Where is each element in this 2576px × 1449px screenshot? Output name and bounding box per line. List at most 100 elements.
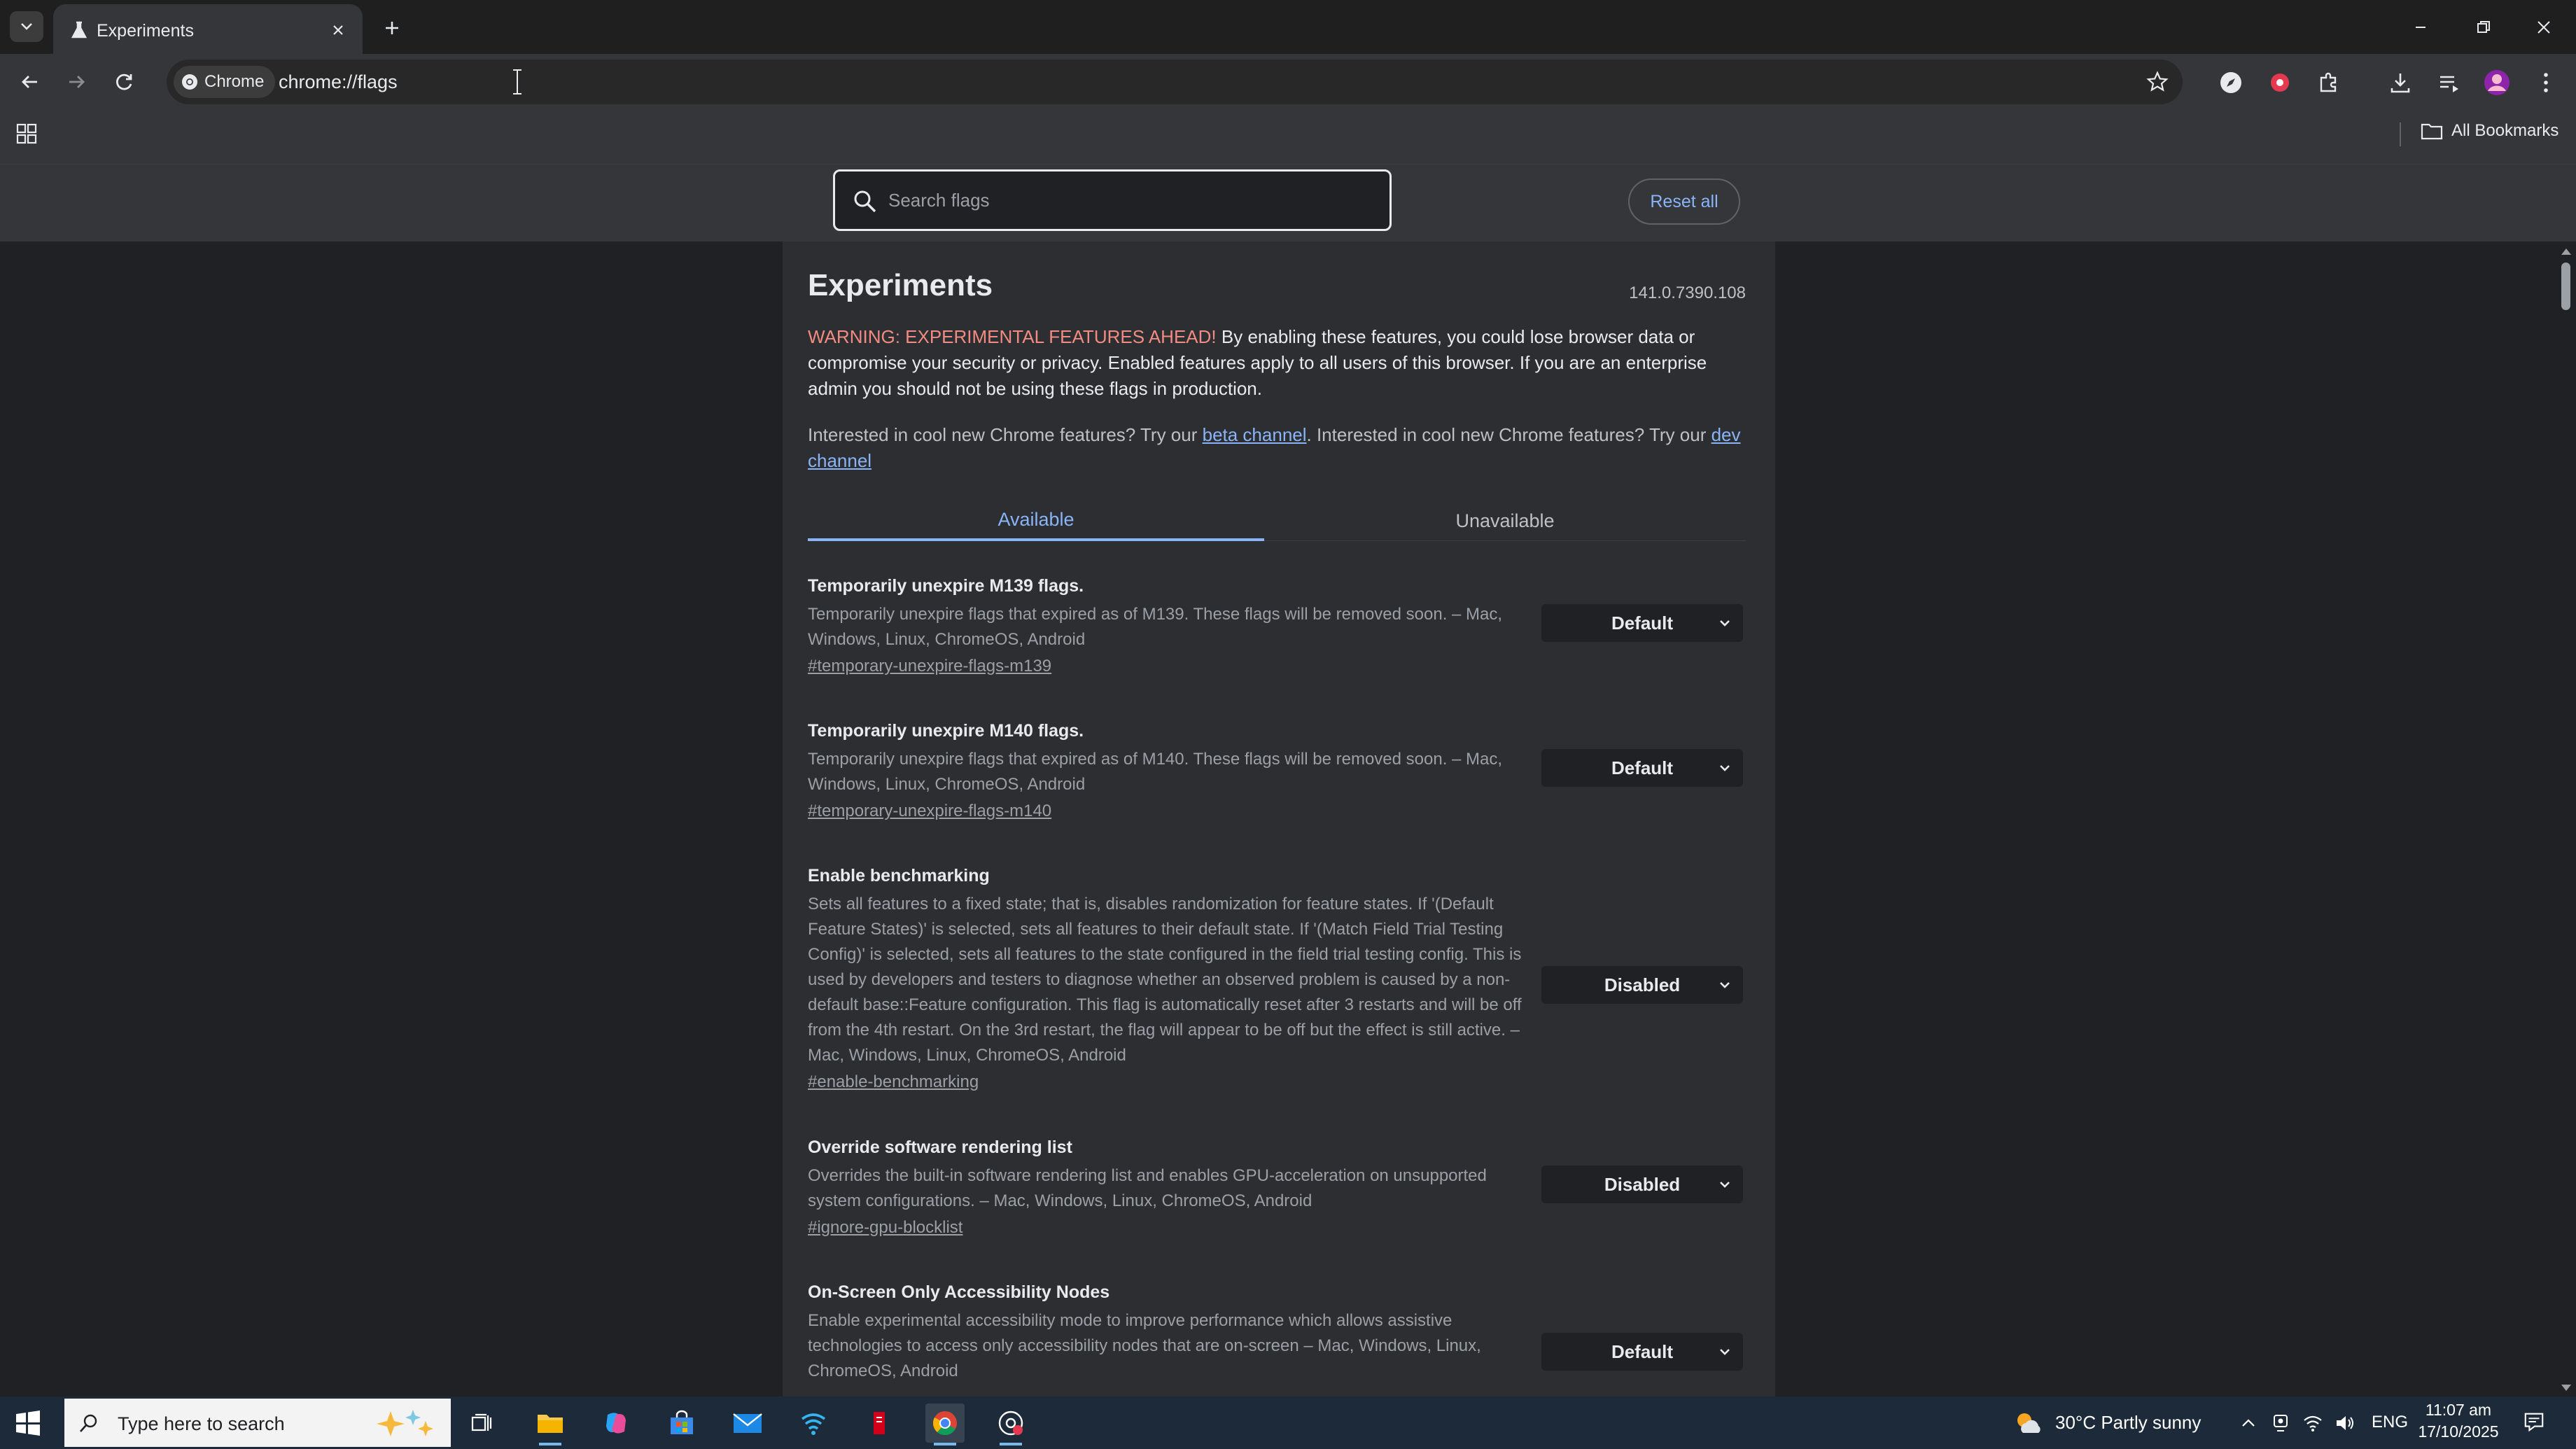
profile-button[interactable]	[2481, 66, 2513, 99]
forward-button[interactable]	[60, 65, 94, 99]
close-icon	[333, 25, 343, 35]
page-scrollbar[interactable]	[2555, 241, 2576, 1396]
flag-anchor-link[interactable]: #ignore-gpu-blocklist	[808, 1218, 1746, 1238]
extension-red-button[interactable]	[2264, 66, 2296, 99]
search-flags-box[interactable]	[833, 169, 1392, 231]
flag-anchor-link[interactable]: #temporary-unexpire-flags-m139	[808, 657, 1746, 676]
store-bag-icon	[671, 1410, 693, 1434]
download-icon	[2390, 74, 2410, 93]
tab-experiments[interactable]: Experiments	[53, 4, 363, 54]
downloads-button[interactable]	[2384, 66, 2416, 99]
chrome-profile-icon	[998, 1410, 1023, 1436]
task-view-button[interactable]	[462, 1404, 501, 1443]
windows-taskbar: Type here to search 30°C Partly sunny EN…	[0, 1396, 2576, 1449]
flag-select[interactable]: Default	[1541, 1333, 1743, 1371]
bookmarks-bar: All Bookmarks	[0, 110, 2576, 164]
tab-search-button[interactable]	[10, 11, 43, 42]
flag-anchor-link[interactable]: #enable-benchmarking	[808, 1072, 1746, 1092]
weather-text[interactable]: 30°C Partly sunny	[2055, 1412, 2201, 1434]
taskbar-copilot[interactable]	[596, 1404, 636, 1443]
wifi-icon	[2304, 1415, 2322, 1432]
minimize-button[interactable]	[2400, 10, 2442, 45]
search-icon	[854, 190, 876, 213]
clock[interactable]: 11:07 am 17/10/2025	[2416, 1401, 2500, 1441]
flask-icon	[71, 21, 88, 38]
extensions-button[interactable]	[2313, 66, 2345, 99]
flag-name: Enable benchmarking	[808, 866, 990, 886]
tab-available[interactable]: Available	[808, 500, 1264, 541]
flag-anchor-link[interactable]: #temporary-unexpire-flags-m140	[808, 802, 1746, 821]
bookmark-star-button[interactable]	[2145, 69, 2170, 94]
copilot-icon	[606, 1413, 626, 1434]
flag-name: On-Screen Only Accessibility Nodes	[808, 1282, 1110, 1302]
task-view-icon	[471, 1413, 492, 1432]
extension-compass-button[interactable]	[2215, 66, 2247, 99]
back-button[interactable]	[13, 65, 46, 99]
tab-unavailable[interactable]: Unavailable	[1264, 500, 1746, 541]
tray-network-button[interactable]	[2302, 1412, 2324, 1434]
taskbar-file-explorer[interactable]	[531, 1404, 570, 1446]
flag-select-value: Default	[1611, 612, 1674, 634]
taskbar-mail[interactable]	[728, 1404, 767, 1443]
restore-button[interactable]	[2463, 10, 2505, 45]
taskbar-search-box[interactable]: Type here to search	[64, 1399, 451, 1447]
site-info-chip[interactable]: Chrome	[174, 66, 276, 98]
flag-description: Enable experimental accessibility mode t…	[808, 1311, 1481, 1380]
taskbar-chrome-profile[interactable]	[991, 1404, 1030, 1446]
flag-select[interactable]: Disabled	[1541, 966, 1743, 1004]
flag-description: Temporarily unexpire flags that expired …	[808, 750, 1503, 794]
address-bar[interactable]: Chrome chrome://flags	[167, 59, 2183, 104]
arrow-left-icon	[22, 76, 37, 88]
chevron-down-icon	[1720, 1182, 1730, 1188]
warning-label: WARNING: EXPERIMENTAL FEATURES AHEAD!	[808, 326, 1217, 347]
close-window-button[interactable]	[2523, 10, 2565, 45]
flag-select[interactable]: Disabled	[1541, 1166, 1743, 1203]
flag-description: Temporarily unexpire flags that expired …	[808, 605, 1503, 649]
language-indicator[interactable]: ENG	[2372, 1413, 2408, 1432]
flag-select[interactable]: Default	[1541, 604, 1743, 642]
beta-channel-link[interactable]: beta channel	[1203, 424, 1307, 445]
tray-volume-button[interactable]	[2334, 1412, 2356, 1434]
webcam-icon	[2274, 1415, 2288, 1432]
taskbar-chrome[interactable]	[925, 1404, 965, 1446]
search-flags-input[interactable]	[888, 172, 1378, 229]
mail-icon	[733, 1413, 762, 1433]
all-bookmarks-button[interactable]: All Bookmarks	[2421, 121, 2558, 141]
tray-meet-button[interactable]	[2269, 1412, 2292, 1434]
apps-grid-icon[interactable]	[15, 122, 38, 145]
taskbar-store[interactable]	[662, 1404, 701, 1443]
reload-button[interactable]	[108, 65, 141, 99]
acrobat-icon	[874, 1412, 885, 1434]
app-running-indicator	[1000, 1443, 1022, 1446]
notifications-button[interactable]	[2523, 1410, 2545, 1433]
notification-icon	[2524, 1413, 2544, 1432]
windows-start-icon[interactable]	[14, 1409, 42, 1437]
avatar-icon	[2484, 70, 2510, 95]
scroll-down-arrow[interactable]	[2561, 1385, 2571, 1391]
scroll-up-arrow[interactable]	[2561, 248, 2571, 255]
menu-button[interactable]	[2530, 66, 2562, 99]
url-text[interactable]: chrome://flags	[279, 71, 398, 93]
flag-select[interactable]: Default	[1541, 749, 1743, 787]
show-hidden-icons-button[interactable]	[2237, 1412, 2260, 1434]
close-tab-button[interactable]	[328, 20, 349, 41]
flag-item: Override software rendering list Overrid…	[808, 1138, 1746, 1238]
taskbar-acrobat[interactable]	[860, 1404, 899, 1443]
scroll-thumb[interactable]	[2561, 262, 2570, 310]
taskbar-network-app[interactable]	[794, 1404, 833, 1443]
puzzle-icon	[2320, 72, 2337, 92]
new-tab-button[interactable]	[377, 13, 407, 43]
flag-select-value: Default	[1611, 1340, 1674, 1362]
folder-icon	[2421, 123, 2443, 140]
weather-sun-cloud-icon[interactable]	[2013, 1409, 2044, 1437]
reset-all-button[interactable]: Reset all	[1628, 178, 1740, 225]
text-cursor-icon	[513, 69, 522, 94]
arrow-right-icon	[69, 76, 85, 88]
chevron-down-icon	[1720, 982, 1730, 988]
flag-select-value: Disabled	[1604, 1173, 1681, 1195]
folder-icon	[538, 1415, 563, 1433]
clock-time: 11:07 am	[2425, 1401, 2492, 1419]
extension-badge-icon	[2271, 74, 2289, 92]
flag-description: Overrides the built-in software renderin…	[808, 1166, 1487, 1210]
reading-list-button[interactable]	[2433, 66, 2465, 99]
